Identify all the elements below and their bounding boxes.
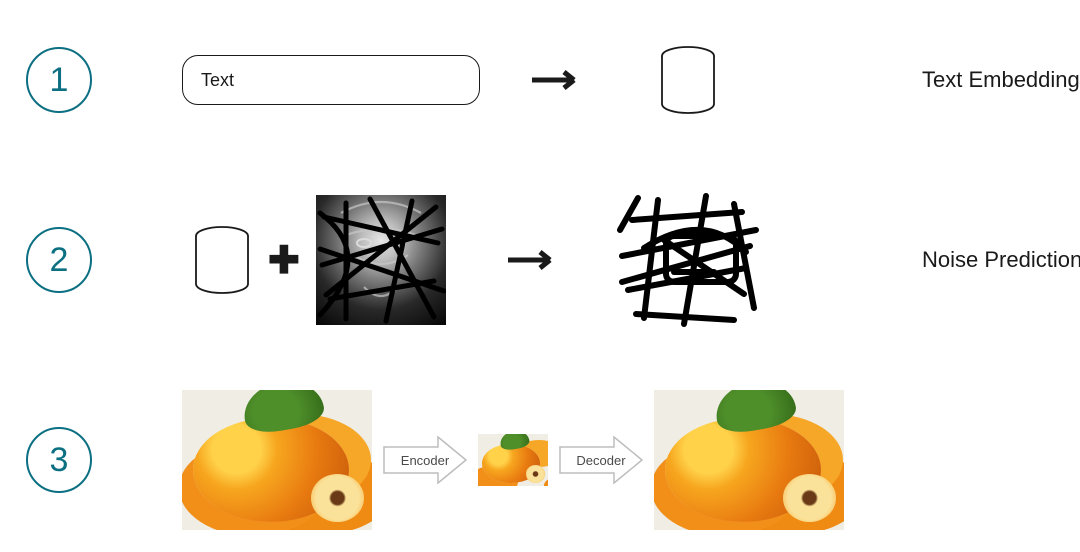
- input-image: [182, 390, 372, 530]
- step-2-row: 2 ✚: [0, 180, 1080, 340]
- step-1-output-label: Text Embedding: [922, 67, 1080, 93]
- arrow-right-icon: [530, 68, 588, 92]
- noisy-image: [316, 195, 446, 325]
- step-2-number: 2: [50, 241, 69, 280]
- decoder-label: Decoder: [576, 453, 625, 468]
- step-3-number: 3: [50, 441, 69, 480]
- plus-icon: ✚: [268, 238, 300, 283]
- latent-image: [478, 434, 548, 486]
- step-3-content: Encoder Decoder: [92, 380, 1080, 540]
- decoder-block-arrow-icon: Decoder: [558, 433, 644, 487]
- step-1-row: 1 Text Text Embedding: [0, 20, 1080, 140]
- step-3-row: 3 Encoder Decoder: [0, 380, 1080, 540]
- text-input-box: Text: [182, 55, 480, 105]
- text-input-label: Text: [201, 70, 234, 91]
- step-1-number: 1: [50, 61, 69, 100]
- encoder-block-arrow-icon: Encoder: [382, 433, 468, 487]
- step-1-badge: 1: [26, 47, 92, 113]
- step-3-badge: 3: [26, 427, 92, 493]
- step-2-content: ✚: [92, 180, 1080, 340]
- cylinder-icon: [192, 226, 252, 294]
- encoder-label: Encoder: [401, 453, 449, 468]
- step-1-content: Text Text Embedding: [92, 20, 1080, 140]
- step-2-badge: 2: [26, 227, 92, 293]
- noise-output: [614, 190, 764, 330]
- step-2-output-label: Noise Prediction: [922, 247, 1080, 273]
- arrow-right-icon: [506, 248, 564, 272]
- cylinder-icon: [658, 46, 718, 114]
- output-image: [654, 390, 844, 530]
